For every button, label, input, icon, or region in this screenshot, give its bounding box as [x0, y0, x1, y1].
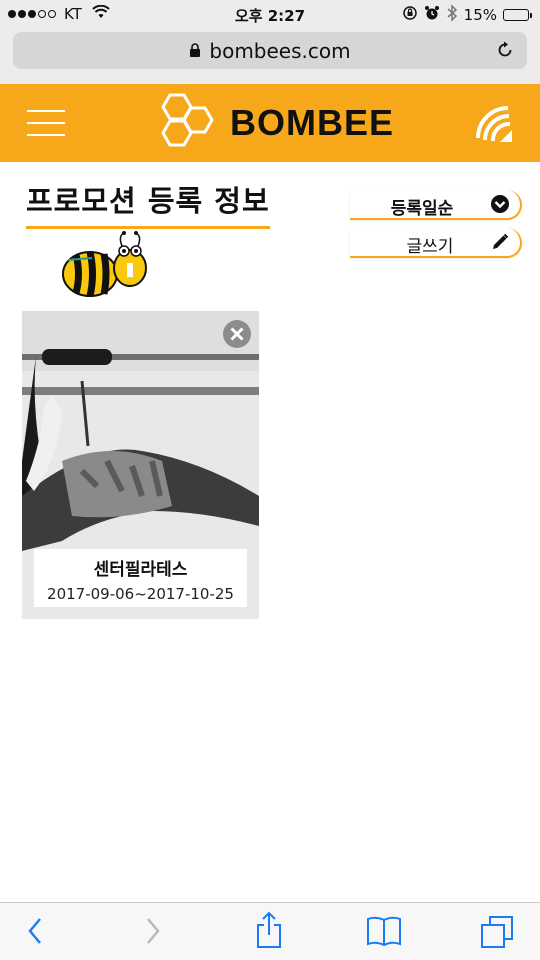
- sort-button[interactable]: 등록일순: [350, 190, 522, 220]
- battery-body: [503, 9, 529, 21]
- brand-mark-icon[interactable]: [472, 102, 514, 148]
- url-display: bombees.com: [13, 32, 527, 69]
- share-icon[interactable]: [255, 911, 283, 953]
- back-icon[interactable]: [24, 915, 46, 951]
- url-text: bombees.com: [209, 38, 351, 63]
- pencil-icon: [490, 232, 510, 256]
- browser-chrome: KT 오후 2:27 15% bombees.com: [0, 0, 540, 84]
- address-bar[interactable]: bombees.com: [13, 32, 527, 69]
- status-right: 15%: [402, 4, 532, 26]
- alarm-icon: [424, 5, 440, 25]
- menu-line: [27, 122, 65, 124]
- status-bar: KT 오후 2:27 15%: [0, 0, 540, 28]
- write-label: 글쓰기: [406, 237, 454, 257]
- screen: KT 오후 2:27 15% bombees.com BOMBEE 프로모션 등…: [0, 0, 540, 960]
- battery-percent: 15%: [463, 6, 497, 24]
- forward-icon[interactable]: [142, 915, 164, 951]
- card-title: 센터필라테스: [93, 560, 188, 580]
- close-circle-icon[interactable]: [222, 319, 252, 353]
- bookmarks-icon[interactable]: [366, 915, 402, 951]
- battery-tip: [530, 12, 532, 18]
- tabs-icon[interactable]: [480, 915, 516, 953]
- reload-icon[interactable]: [495, 40, 515, 64]
- bluetooth-icon: [446, 4, 458, 26]
- bee-mascot-icon: [58, 228, 150, 306]
- sort-label: 등록일순: [390, 199, 454, 219]
- menu-line: [27, 110, 65, 112]
- brand-logo[interactable]: BOMBEE: [154, 93, 395, 153]
- app-header: BOMBEE: [0, 84, 540, 162]
- menu-line: [27, 134, 65, 136]
- card-info: 센터필라테스 2017-09-06~2017-10-25: [34, 549, 247, 607]
- browser-toolbar: [0, 902, 540, 960]
- promotion-card[interactable]: 센터필라테스 2017-09-06~2017-10-25: [22, 311, 259, 619]
- honeycomb-logo-icon: [154, 93, 216, 153]
- rotation-lock-icon: [402, 5, 418, 25]
- brand-name: BOMBEE: [230, 102, 395, 143]
- page-title: 프로모션 등록 정보: [26, 178, 270, 229]
- menu-icon[interactable]: [27, 110, 65, 136]
- card-date-range: 2017-09-06~2017-10-25: [47, 585, 234, 603]
- battery-icon: [503, 9, 532, 21]
- write-button[interactable]: 글쓰기: [350, 228, 522, 258]
- lock-icon: [189, 39, 201, 63]
- chevron-down-circle-icon: [490, 194, 510, 218]
